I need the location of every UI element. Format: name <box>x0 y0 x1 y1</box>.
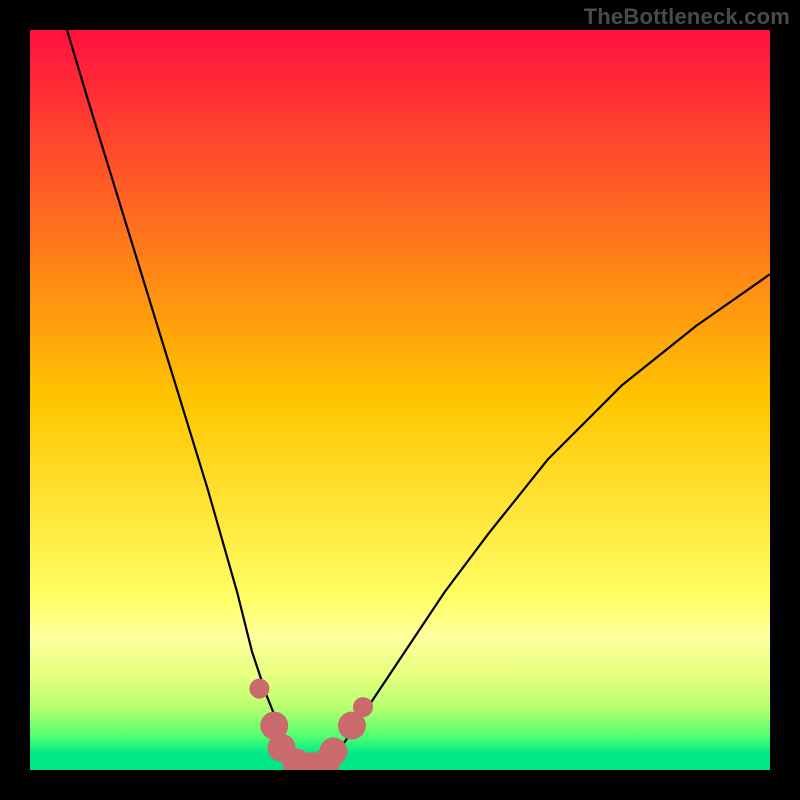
watermark-text: TheBottleneck.com <box>584 4 790 30</box>
chart-frame: TheBottleneck.com <box>0 0 800 800</box>
plot-area <box>30 30 770 770</box>
curve-marker <box>353 697 373 717</box>
curve-marker <box>249 679 269 699</box>
curve-marker <box>319 738 347 766</box>
chart-svg <box>30 30 770 770</box>
